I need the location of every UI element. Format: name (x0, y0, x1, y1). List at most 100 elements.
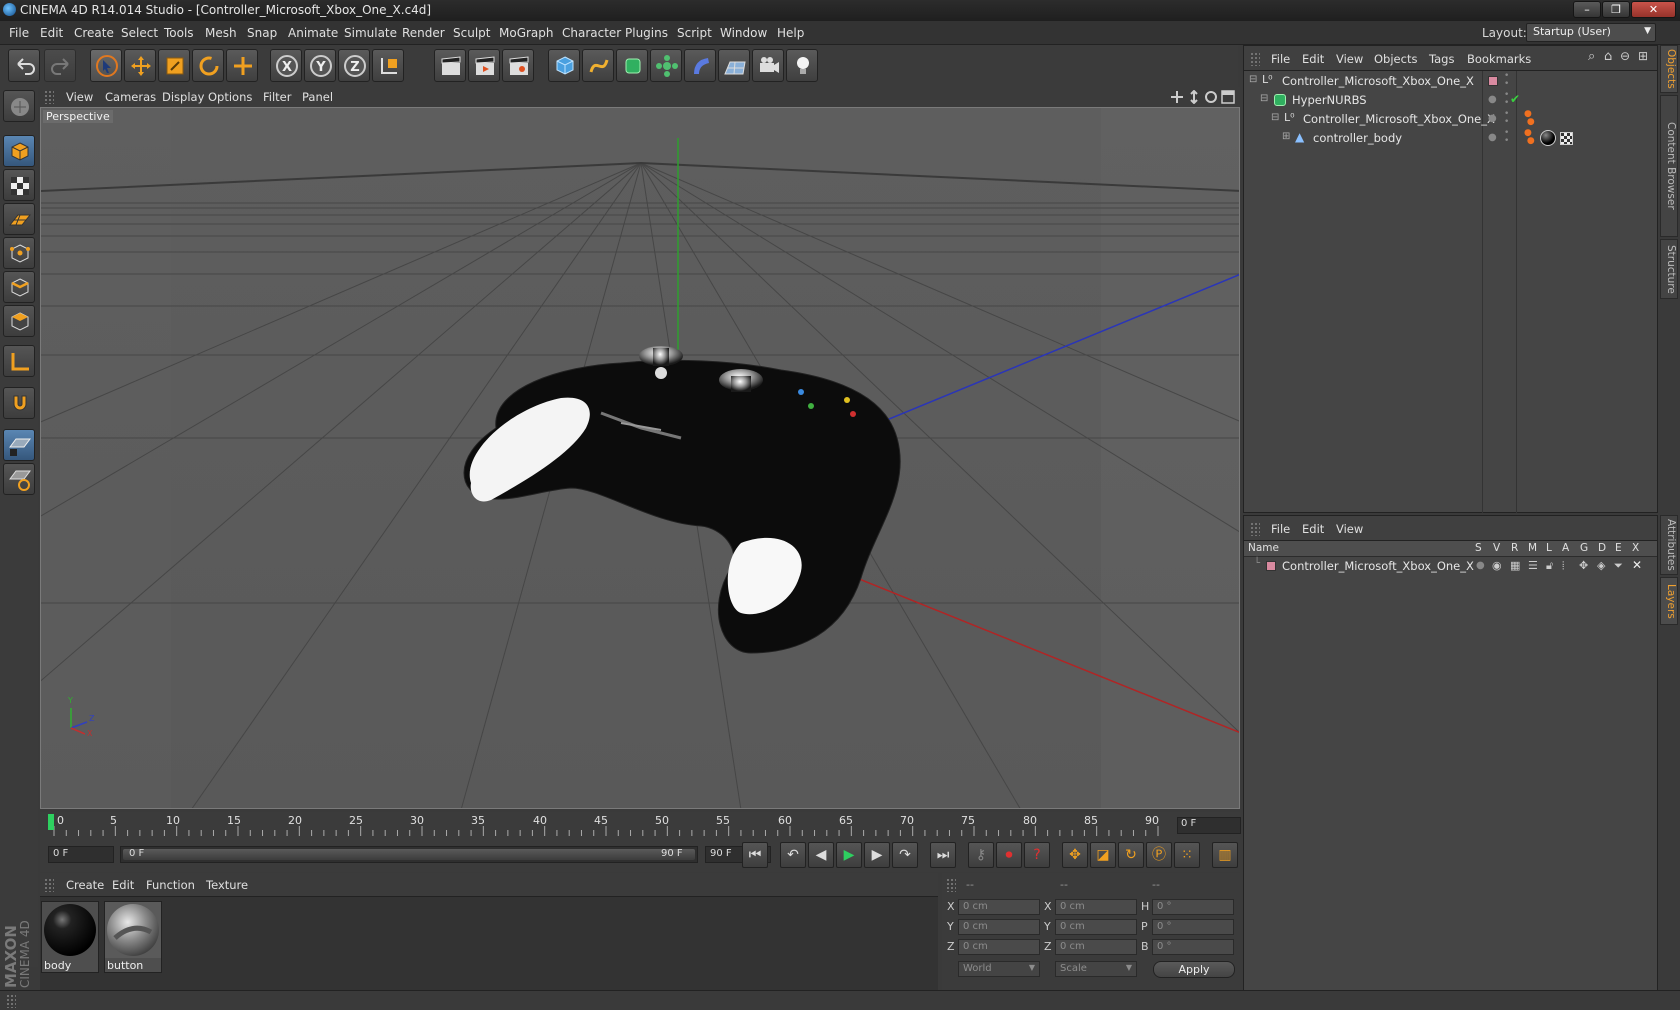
visibility-dots-icon[interactable]: • • (1504, 91, 1509, 108)
menu-edit[interactable]: Edit (40, 26, 63, 40)
drag-handle-icon[interactable] (6, 994, 16, 1008)
previous-frame-button[interactable]: ◀ (808, 842, 834, 868)
menu-select[interactable]: Select (121, 26, 158, 40)
position-key-button[interactable]: ✥ (1062, 842, 1088, 868)
record-active-objects-button[interactable]: ⚷ (968, 842, 994, 868)
coordinate-space-select[interactable]: World ▼ (958, 961, 1040, 977)
rotate-tool-button[interactable] (192, 49, 224, 82)
objects-menu-file[interactable]: File (1271, 52, 1290, 66)
size-y-field[interactable]: 0 cm (1055, 919, 1137, 935)
menu-mograph[interactable]: MoGraph (499, 26, 554, 40)
point-level-animation-button[interactable]: ⁙ (1174, 842, 1200, 868)
editor-visibility-dot[interactable]: ● (1488, 132, 1497, 143)
column-view[interactable]: V (1493, 542, 1500, 554)
parameter-key-button[interactable]: Ⓟ (1146, 842, 1172, 868)
axis-mode-button[interactable] (3, 345, 35, 377)
drag-handle-icon[interactable] (44, 878, 54, 892)
position-x-field[interactable]: 0 cm (958, 899, 1040, 915)
minimize-button[interactable]: – (1573, 1, 1601, 18)
visibility-dots-icon[interactable]: • • (1504, 129, 1509, 146)
viewport-menu-view[interactable]: View (66, 90, 93, 104)
material-menu-function[interactable]: Function (146, 878, 195, 892)
live-selection-button[interactable] (90, 49, 122, 82)
render-settings-button[interactable] (502, 49, 534, 82)
layers-menu-edit[interactable]: Edit (1302, 522, 1324, 536)
enabled-checkmark-icon[interactable]: ✔ (1510, 92, 1520, 106)
new-panel-icon[interactable]: ⊞ (1638, 49, 1648, 63)
transform-tool-button[interactable] (226, 49, 258, 82)
layer-color-swatch[interactable] (1266, 561, 1276, 571)
z-axis-lock-button[interactable]: Z (338, 49, 370, 82)
polygons-mode-button[interactable] (3, 305, 35, 337)
menu-script[interactable]: Script (677, 26, 712, 40)
layout-select[interactable]: Startup (User) ▼ (1526, 23, 1656, 42)
column-render[interactable]: R (1511, 542, 1518, 554)
snap-button[interactable] (3, 387, 35, 419)
undo-button[interactable] (8, 49, 40, 82)
scale-tool-button[interactable] (158, 49, 190, 82)
eye-toggle-icon[interactable]: ◉ (1492, 559, 1502, 572)
rotation-p-field[interactable]: 0 ° (1152, 919, 1234, 935)
rotation-h-field[interactable]: 0 ° (1152, 899, 1234, 915)
render-toggle-icon[interactable]: ▦ (1510, 559, 1520, 572)
drag-handle-icon[interactable] (1250, 52, 1260, 66)
search-icon[interactable]: ⌕ (1588, 49, 1595, 64)
layer-name[interactable]: Controller_Microsoft_Xbox_One_X (1282, 559, 1474, 573)
mograph-cloner-button[interactable] (650, 49, 682, 82)
filter-icon[interactable]: ⊖ (1620, 49, 1630, 63)
column-locked[interactable]: L (1546, 542, 1552, 554)
tab-structure[interactable]: Structure (1660, 239, 1678, 299)
size-z-field[interactable]: 0 cm (1055, 939, 1137, 955)
layer-row[interactable]: └ Controller_Microsoft_Xbox_One_X ● ◉ ▦ … (1244, 557, 1657, 576)
previous-key-button[interactable]: ↶ (780, 842, 806, 868)
collapse-icon[interactable]: ⊟ (1271, 112, 1279, 123)
drag-handle-icon[interactable] (1250, 522, 1260, 536)
objects-menu-objects[interactable]: Objects (1374, 52, 1417, 66)
menu-animate[interactable]: Animate (288, 26, 338, 40)
tab-layers[interactable]: Layers (1660, 577, 1678, 625)
spline-button[interactable] (582, 49, 614, 82)
tab-objects[interactable]: Objects (1660, 45, 1678, 93)
light-button[interactable] (786, 49, 818, 82)
material-swatch-button[interactable]: button (104, 901, 162, 973)
object-row-hypernurbs[interactable]: ⊟ HyperNURBS ● • • ✔ (1244, 91, 1657, 110)
position-z-field[interactable]: 0 cm (958, 939, 1040, 955)
tab-attributes[interactable]: Attributes (1660, 515, 1678, 575)
phong-tag-icon[interactable]: ● ● (1524, 129, 1535, 146)
rotation-key-button[interactable]: ↻ (1118, 842, 1144, 868)
perspective-viewport[interactable]: Perspective Y Z X (40, 107, 1240, 809)
x-axis-lock-button[interactable]: X (270, 49, 302, 82)
column-deformers[interactable]: D (1598, 542, 1606, 554)
render-view-button[interactable] (434, 49, 466, 82)
viewport-menu-options[interactable]: Options (208, 90, 252, 104)
redo-button[interactable] (44, 49, 76, 82)
animation-toggle-icon[interactable]: ⦙ (1562, 559, 1564, 573)
menu-tools[interactable]: Tools (164, 26, 194, 40)
coordinate-system-button[interactable] (372, 49, 404, 82)
viewport-menu-panel[interactable]: Panel (302, 90, 333, 104)
autokeying-button[interactable]: ⏺ (996, 842, 1022, 868)
move-tool-button[interactable] (124, 49, 156, 82)
pan-view-icon[interactable] (1170, 90, 1184, 104)
material-tag-button-icon[interactable] (1560, 132, 1573, 145)
deformer-button[interactable] (684, 49, 716, 82)
points-mode-button[interactable] (3, 237, 35, 269)
editor-visibility-dot[interactable]: ● (1488, 113, 1497, 124)
menu-render[interactable]: Render (402, 26, 445, 40)
collapse-icon[interactable]: ⊟ (1260, 93, 1268, 104)
layers-menu-file[interactable]: File (1271, 522, 1290, 536)
home-icon[interactable]: ⌂ (1604, 49, 1612, 64)
drag-handle-icon[interactable] (946, 878, 956, 892)
objects-menu-edit[interactable]: Edit (1302, 52, 1324, 66)
phong-tag-icon[interactable]: ● ● (1524, 110, 1535, 127)
close-button[interactable]: ✕ (1631, 1, 1676, 18)
edges-mode-button[interactable] (3, 271, 35, 303)
material-menu-create[interactable]: Create (66, 878, 104, 892)
menu-snap[interactable]: Snap (247, 26, 277, 40)
size-x-field[interactable]: 0 cm (1055, 899, 1137, 915)
next-key-button[interactable]: ↷ (892, 842, 918, 868)
column-xref[interactable]: X (1632, 542, 1639, 554)
render-to-picture-viewer-button[interactable] (468, 49, 500, 82)
generators-toggle-icon[interactable]: ✥ (1579, 559, 1588, 572)
manager-toggle-icon[interactable]: ☰ (1528, 559, 1538, 572)
